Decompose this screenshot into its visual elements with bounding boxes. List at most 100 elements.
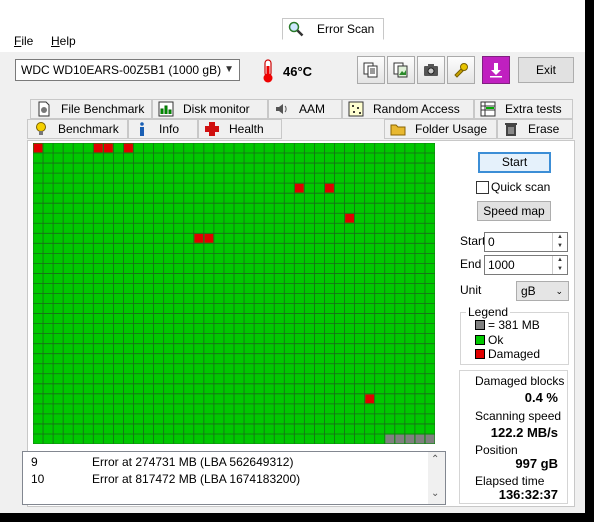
end-position-value: 1000 [488,258,515,272]
gray-swatch [475,319,485,330]
tab-extra-tests[interactable]: Extra tests [474,99,573,119]
options-button[interactable] [447,56,475,84]
copy-image-icon [393,62,408,78]
tab-label: Disk monitor [183,102,250,116]
damaged-blocks-value: 0.4 % [524,390,558,405]
damaged-block [365,394,375,404]
damaged-block [124,143,133,153]
quick-scan-label: Quick scan [491,180,551,194]
start-position-input[interactable]: 0 ▲ ▼ [484,232,568,252]
damaged-block [204,233,214,243]
copy-image-button[interactable] [387,56,415,84]
unscanned-block [405,434,415,444]
tab-label: Benchmark [58,122,119,136]
disk-monitor-icon [158,101,174,117]
start-label: Start [460,234,486,248]
save-button[interactable] [482,56,510,84]
elapsed-time-value: 136:32:37 [498,487,558,502]
unit-select[interactable]: gB ⌄ [516,281,569,301]
damaged-blocks-label: Damaged blocks [475,374,565,388]
legend-damaged: Damaged [475,347,540,361]
tab-label: Health [229,122,264,136]
copy-icon [363,62,378,78]
app-window: File Help WDC WD10EARS-00Z5B1 (1000 gB) … [0,0,585,513]
red-swatch [475,348,485,359]
scroll-down-icon[interactable]: ⌄ [431,488,439,499]
folder-icon [390,124,406,136]
tab-erase[interactable]: Erase [497,119,573,139]
file-benchmark-icon [38,101,50,117]
tab-label: Extra tests [505,102,562,116]
speed-map-button[interactable]: Speed map [477,201,551,221]
damaged-block [93,143,103,153]
scan-block-grid [33,143,435,444]
spin-arrows-icon[interactable]: ▲ ▼ [552,256,567,274]
temperature-readout: 46°C [283,64,313,79]
tab-label: Error Scan [317,22,375,36]
legend-ok: Ok [475,333,503,347]
drive-select[interactable]: WDC WD10EARS-00Z5B1 (1000 gB) ▼ [15,59,240,81]
elapsed-time-label: Elapsed time [475,474,545,488]
legend-ok-text: Ok [488,333,504,347]
tab-disk-monitor[interactable]: Disk monitor [152,99,268,119]
legend-block-size-text: = 381 MB [488,318,540,332]
toolbar: WDC WD10EARS-00Z5B1 (1000 gB) ▼ 46°C Exi… [0,52,585,92]
end-position-input[interactable]: 1000 ▲ ▼ [484,255,568,275]
scroll-up-icon[interactable]: ⌃ [431,454,439,465]
start-scan-button[interactable]: Start [478,152,551,173]
thermometer-icon [263,59,273,83]
trash-icon [505,123,517,136]
chevron-down-icon: ⌄ [555,286,563,296]
random-access-icon [348,101,364,117]
tab-folder-usage[interactable]: Folder Usage [384,119,497,139]
log-index: 10 [31,472,45,486]
log-text: Error at 817472 MB (LBA 1674183200) [92,472,301,486]
start-position-value: 0 [488,235,495,249]
menu-file[interactable]: File [14,34,33,48]
tab-label: Info [159,122,180,136]
menu-help-rest: elp [59,34,76,48]
info-icon [140,122,144,136]
screenshot-button[interactable] [417,56,445,84]
extra-tests-icon [480,101,496,117]
legend-title: Legend [466,305,511,319]
lightbulb-icon [36,122,46,135]
tools-icon [454,63,468,78]
unscanned-block [415,434,425,444]
tab-aam[interactable]: AAM [268,99,342,119]
error-log-list[interactable]: 9 Error at 274731 MB (LBA 562649312) 10 … [22,451,446,505]
chevron-down-icon: ▼ [224,64,234,75]
damaged-block [345,213,354,223]
health-cross-icon [205,122,219,136]
log-index: 9 [31,455,38,469]
magnifier-icon [288,21,304,37]
spin-arrows-icon[interactable]: ▲ ▼ [552,233,567,251]
menu-file-rest: ile [21,34,34,48]
download-arrow-icon [490,63,502,78]
tab-label: File Benchmark [61,102,145,116]
drive-select-value: WDC WD10EARS-00Z5B1 (1000 gB) [21,63,222,77]
quick-scan-checkbox[interactable] [476,181,489,194]
legend-block-size: = 381 MB [475,318,540,332]
tab-label: Random Access [373,102,460,116]
copy-text-button[interactable] [357,56,385,84]
camera-icon [424,64,438,76]
scan-statistics: Damaged blocks 0.4 % Scanning speed 122.… [459,370,568,504]
unscanned-block [385,434,395,444]
tab-file-benchmark[interactable]: File Benchmark [30,99,152,119]
green-swatch [475,334,485,345]
tab-random-access[interactable]: Random Access [342,99,474,119]
unit-select-value: gB [521,284,536,298]
end-label: End [460,257,482,271]
tab-health[interactable]: Health [198,119,282,139]
tab-benchmark[interactable]: Benchmark [27,119,128,139]
tab-error-scan[interactable]: Error Scan [282,18,384,40]
menu-help[interactable]: Help [51,34,76,48]
damaged-block [325,183,334,193]
tab-info[interactable]: Info [128,119,198,139]
damaged-block [294,183,304,193]
log-scrollbar[interactable]: ⌃ ⌄ [428,452,445,504]
unscanned-block [425,434,435,444]
exit-button[interactable]: Exit [518,57,574,83]
scanning-speed-label: Scanning speed [475,409,562,423]
